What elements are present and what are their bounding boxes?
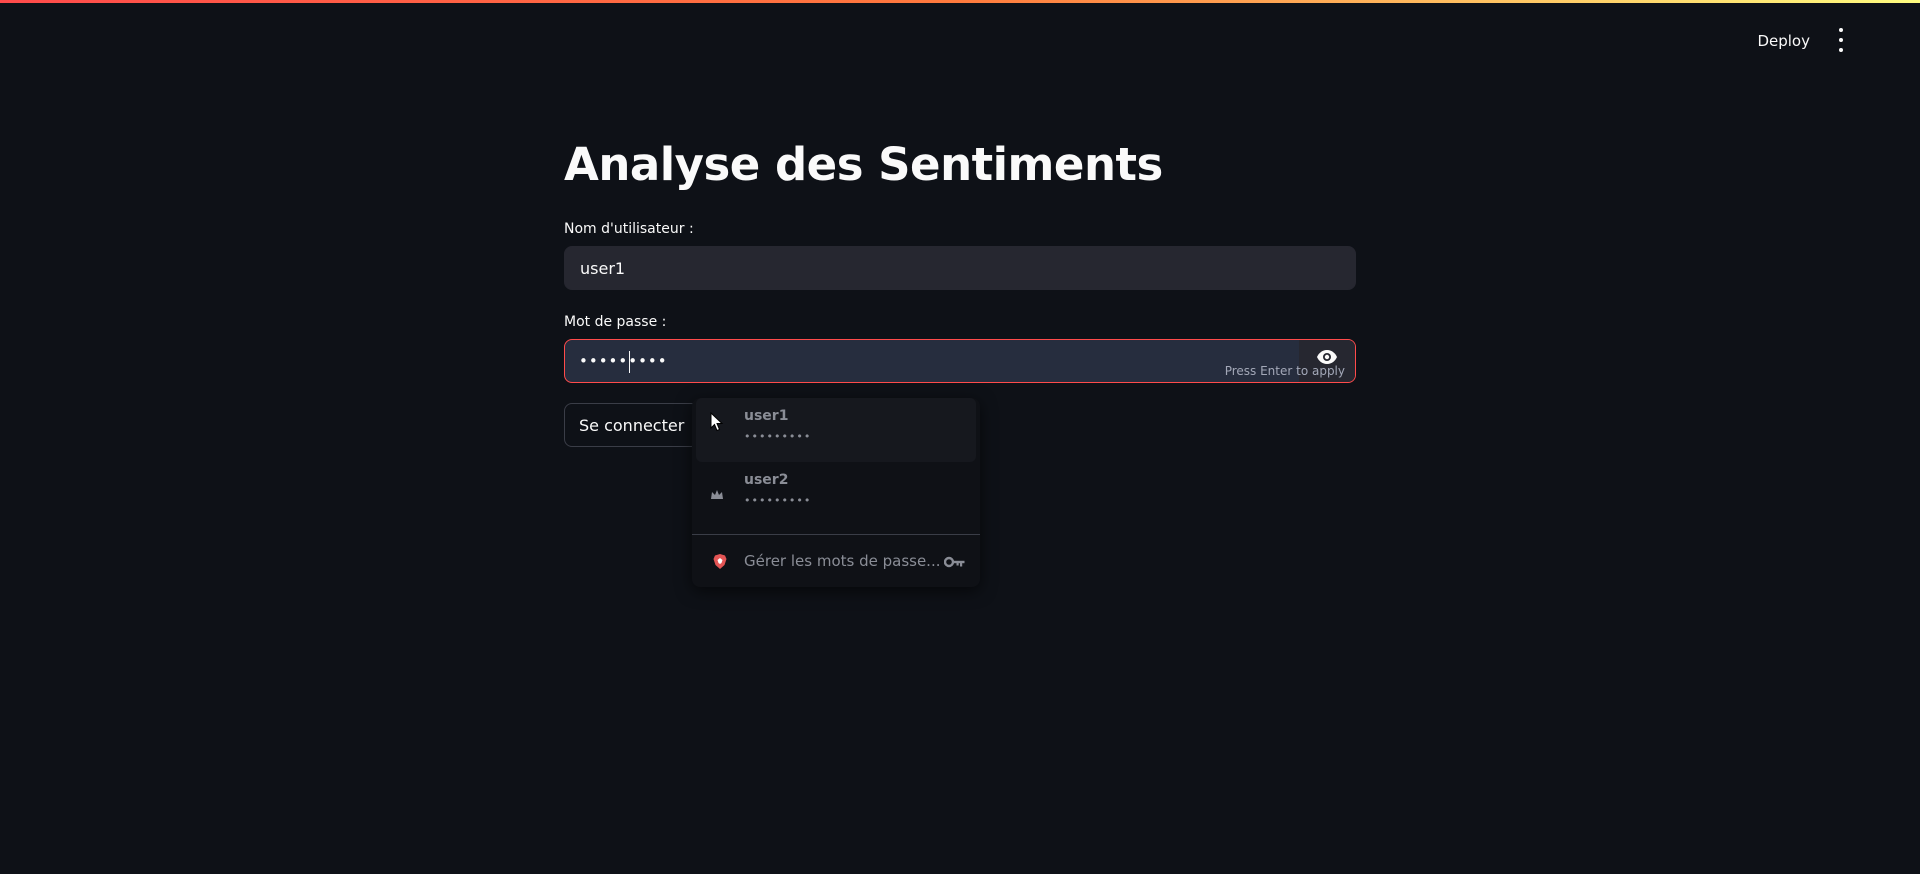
password-autofill-dropdown: user1 ••••••••• user2 ••••••••• Gérer le…	[692, 398, 980, 587]
saved-username: user2	[744, 472, 789, 488]
manage-passwords-label: Gérer les mots de passe...	[744, 552, 941, 570]
text-caret	[629, 351, 630, 373]
saved-username: user1	[744, 408, 789, 424]
press-enter-hint: Press Enter to apply	[1224, 364, 1345, 378]
password-label: Mot de passe :	[564, 314, 667, 330]
login-button[interactable]: Se connecter	[564, 403, 700, 447]
saved-password-mask: •••••••••	[744, 494, 812, 507]
saved-credential-item[interactable]: user1 •••••••••	[696, 398, 976, 462]
username-field-group: Nom d'utilisateur :	[564, 221, 1356, 290]
login-row: Se connecter user1 ••••••••• user2 •••••…	[564, 398, 1356, 587]
brave-lion-icon	[712, 553, 728, 574]
key-icon	[943, 554, 966, 572]
password-input[interactable]	[565, 340, 1295, 382]
crown-icon	[710, 486, 726, 502]
app-header: Deploy	[0, 0, 1920, 80]
password-field-group: Mot de passe : Press Enter to apply	[564, 314, 1356, 383]
kebab-menu-icon[interactable]	[1832, 28, 1850, 52]
saved-password-mask: •••••••••	[744, 430, 812, 443]
saved-credential-item[interactable]: user2 •••••••••	[696, 462, 976, 526]
password-field[interactable]: Press Enter to apply	[564, 339, 1356, 383]
deploy-button[interactable]: Deploy	[1747, 26, 1820, 56]
mouse-cursor-icon	[710, 411, 724, 436]
page-title: Analyse des Sentiments	[564, 138, 1163, 191]
main-content: Analyse des Sentiments Nom d'utilisateur…	[564, 120, 1356, 587]
manage-passwords-item[interactable]: Gérer les mots de passe...	[692, 535, 980, 587]
username-input[interactable]	[564, 246, 1356, 290]
username-label: Nom d'utilisateur :	[564, 221, 694, 237]
